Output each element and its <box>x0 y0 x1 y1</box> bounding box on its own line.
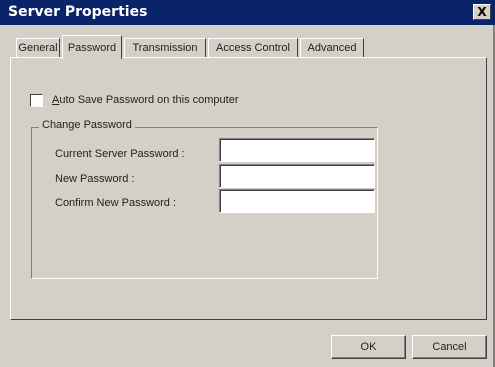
tab-general[interactable]: General <box>16 38 60 58</box>
close-button[interactable]: X <box>473 4 491 20</box>
ok-button[interactable]: OK <box>331 335 406 359</box>
close-icon: X <box>477 5 487 19</box>
new-password-label: New Password : <box>55 173 135 185</box>
new-password-input[interactable] <box>219 164 375 188</box>
tab-advanced[interactable]: Advanced <box>300 38 364 58</box>
server-properties-dialog: Server Properties X General Password Tra… <box>0 0 495 367</box>
tab-transmission[interactable]: Transmission <box>124 38 206 58</box>
auto-save-password-checkbox[interactable] <box>30 94 43 107</box>
title-bar[interactable]: Server Properties X <box>0 0 495 25</box>
current-server-password-label: Current Server Password : <box>55 148 185 160</box>
confirm-new-password-input[interactable] <box>219 189 375 213</box>
window-title: Server Properties <box>8 4 148 20</box>
change-password-group-title: Change Password <box>39 119 135 131</box>
current-server-password-input[interactable] <box>219 138 375 162</box>
confirm-new-password-label: Confirm New Password : <box>55 197 177 209</box>
cancel-button[interactable]: Cancel <box>412 335 487 359</box>
password-tab-panel: Auto Save Password on this computer Chan… <box>10 57 487 320</box>
tab-password[interactable]: Password <box>62 35 122 59</box>
tab-access-control[interactable]: Access Control <box>208 38 298 58</box>
auto-save-password-label[interactable]: Auto Save Password on this computer <box>52 94 239 106</box>
